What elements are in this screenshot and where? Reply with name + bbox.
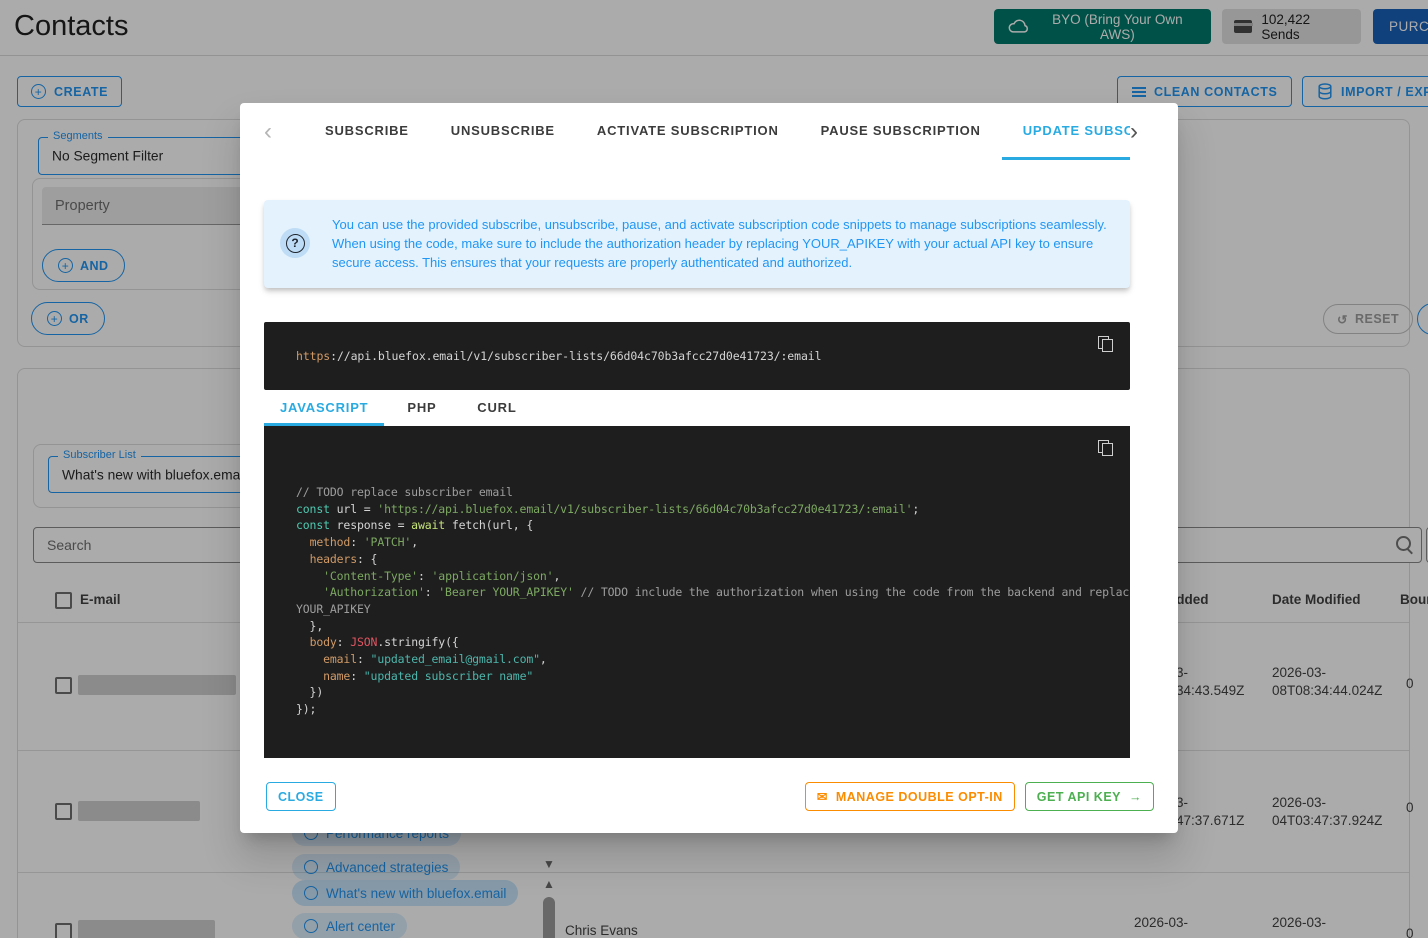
modal-tab-pause-subscription[interactable]: PAUSE SUBSCRIPTION xyxy=(800,103,1002,160)
code-line: }); xyxy=(296,701,1120,718)
endpoint-url-rest: ://api.bluefox.email/v1/subscriber-lists… xyxy=(330,349,821,363)
manage-double-optin-button[interactable]: ✉ MANAGE DOUBLE OPT-IN xyxy=(805,782,1015,811)
code-line: }, xyxy=(296,618,1120,635)
chevron-right-icon[interactable]: › xyxy=(1130,103,1138,160)
code-line: }) xyxy=(296,684,1120,701)
chevron-left-icon[interactable]: ‹ xyxy=(264,103,272,160)
code-tab-javascript[interactable]: JAVASCRIPT xyxy=(264,392,384,426)
copy-icon[interactable] xyxy=(1098,440,1114,456)
code-tab-curl[interactable]: CURL xyxy=(459,392,534,426)
modal-tab-update-subscriber[interactable]: UPDATE SUBSCRIBER xyxy=(1002,103,1130,160)
app-root: Contacts BYO (Bring Your Own AWS) 102,42… xyxy=(0,0,1428,938)
code-tab-php[interactable]: PHP xyxy=(384,392,459,426)
code-line: body: JSON.stringify({ xyxy=(296,634,1120,651)
arrow-right-icon: → xyxy=(1129,790,1142,804)
code-line: const response = await fetch(url, { xyxy=(296,517,1120,534)
get-api-key-label: GET API KEY xyxy=(1037,790,1121,804)
close-button[interactable]: CLOSE xyxy=(266,782,336,811)
code-line: 'Authorization': 'Bearer YOUR_APIKEY' //… xyxy=(296,584,1120,601)
endpoint-url-scheme: https xyxy=(296,349,330,363)
code-line: name: "updated subscriber name" xyxy=(296,668,1120,685)
code-line: YOUR_APIKEY xyxy=(296,601,1120,618)
code-line: const url = 'https://api.bluefox.email/v… xyxy=(296,501,1120,518)
code-line: headers: { xyxy=(296,551,1120,568)
code-line: method: 'PATCH', xyxy=(296,534,1120,551)
code-block: // TODO replace subscriber emailconst ur… xyxy=(264,426,1130,758)
manage-double-optin-label: MANAGE DOUBLE OPT-IN xyxy=(836,790,1003,804)
modal-tabs-bar: ‹ SUBSCRIBEUNSUBSCRIBEACTIVATE SUBSCRIPT… xyxy=(240,103,1178,160)
code-line: 'Content-Type': 'application/json', xyxy=(296,568,1120,585)
endpoint-url-bar: https://api.bluefox.email/v1/subscriber-… xyxy=(264,322,1130,390)
code-line: email: "updated_email@gmail.com", xyxy=(296,651,1120,668)
endpoint-url: https://api.bluefox.email/v1/subscriber-… xyxy=(296,322,821,390)
copy-icon[interactable] xyxy=(1098,336,1114,352)
modal-tab-unsubscribe[interactable]: UNSUBSCRIBE xyxy=(430,103,576,160)
envelope-icon: ✉ xyxy=(817,789,828,804)
info-alert-text: You can use the provided subscribe, unsu… xyxy=(332,215,1122,272)
get-api-key-button[interactable]: GET API KEY → xyxy=(1025,782,1154,811)
help-circle-icon: ? xyxy=(280,228,310,258)
api-snippets-modal: ‹ SUBSCRIBEUNSUBSCRIBEACTIVATE SUBSCRIPT… xyxy=(240,103,1178,833)
modal-tab-subscribe[interactable]: SUBSCRIBE xyxy=(304,103,430,160)
modal-actions: CLOSE ✉ MANAGE DOUBLE OPT-IN GET API KEY… xyxy=(240,782,1178,811)
modal-tabs: SUBSCRIBEUNSUBSCRIBEACTIVATE SUBSCRIPTIO… xyxy=(304,103,1130,160)
code-content: // TODO replace subscriber emailconst ur… xyxy=(296,484,1120,718)
code-line: // TODO replace subscriber email xyxy=(296,484,1120,501)
code-language-tabs: JAVASCRIPTPHPCURL xyxy=(264,392,534,426)
close-label: CLOSE xyxy=(278,790,324,804)
info-alert: ? You can use the provided subscribe, un… xyxy=(264,200,1130,288)
modal-tab-activate-subscription[interactable]: ACTIVATE SUBSCRIPTION xyxy=(576,103,800,160)
